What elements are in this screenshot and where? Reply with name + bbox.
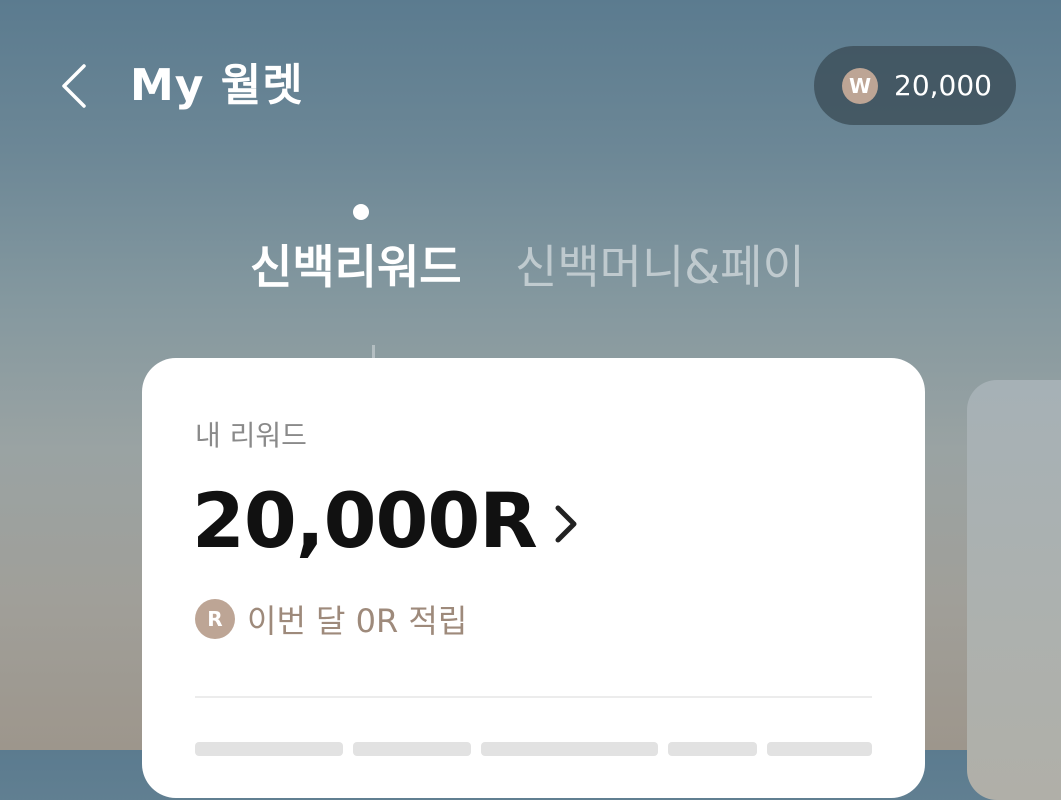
wallet-balance-button[interactable]: W 20,000 — [814, 46, 1016, 125]
reward-card: 내 리워드 20,000R R 이번 달 0R 적립 — [142, 358, 925, 798]
tab-shinbaek-money-pay[interactable]: 신백머니&페이 — [515, 232, 805, 302]
active-tab-indicator — [353, 204, 369, 220]
monthly-earned-row: R 이번 달 0R 적립 — [195, 596, 467, 642]
card-divider — [195, 696, 872, 698]
reward-card-label: 내 리워드 — [195, 419, 307, 452]
cutoff-content — [195, 742, 872, 756]
won-badge-icon: W — [842, 67, 878, 104]
monthly-earned-text: 이번 달 0R 적립 — [247, 602, 468, 640]
chevron-left-icon — [62, 64, 86, 108]
page-title: My 월렛 — [130, 60, 304, 111]
next-card-preview[interactable] — [967, 380, 1061, 800]
back-button[interactable] — [50, 58, 100, 114]
wallet-balance-amount: 20,000 — [894, 69, 992, 102]
reward-amount: 20,000R — [192, 476, 538, 565]
reward-r-badge-icon: R — [195, 599, 235, 639]
reward-amount-link[interactable]: 20,000R — [192, 476, 581, 565]
chevron-right-icon — [555, 505, 577, 542]
tab-shinbaek-reward[interactable]: 신백리워드 — [250, 232, 462, 302]
